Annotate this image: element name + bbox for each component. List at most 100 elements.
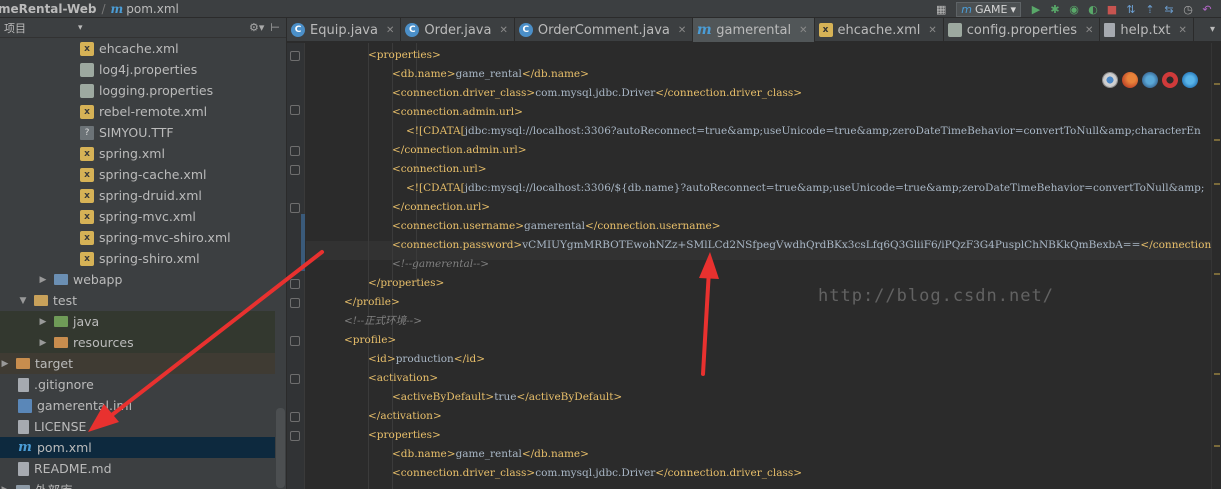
fold-marker-icon[interactable] [290, 336, 300, 346]
code-line[interactable]: <!--正式环境--> [344, 312, 422, 331]
code-line[interactable]: <![CDATA[jdbc:mysql://localhost:3306?aut… [406, 122, 1201, 141]
tree-folder-webapp[interactable]: ▶ webapp [0, 269, 275, 290]
code-line[interactable]: <db.name>game_rental</db.name> [392, 65, 589, 84]
fold-marker-icon[interactable] [290, 412, 300, 422]
code-line[interactable]: <properties> [368, 426, 441, 445]
expand-arrow-icon[interactable]: ▶ [0, 485, 10, 489]
code-line[interactable]: <connection.username>gamerental</connect… [392, 217, 721, 236]
fold-marker-icon[interactable] [290, 374, 300, 384]
gear-icon[interactable]: ⚙▾ [249, 21, 264, 34]
expand-arrow-icon[interactable]: ▶ [38, 338, 48, 348]
stop-icon[interactable]: ■ [1104, 1, 1120, 17]
tree-file[interactable]: LICENSE [0, 416, 275, 437]
hide-panel-icon[interactable]: ⊢ [270, 21, 280, 34]
tab-list-chevron-icon[interactable]: ▾ [1204, 18, 1221, 41]
close-icon[interactable]: ✕ [1179, 25, 1187, 36]
build-icon[interactable]: ▦ [933, 1, 949, 17]
code-line[interactable]: </connection.url> [392, 198, 490, 217]
tree-folder-test[interactable]: ▼ test [0, 290, 275, 311]
close-icon[interactable]: ✕ [928, 25, 936, 36]
tab-order-java[interactable]: C Order.java ✕ [401, 18, 515, 42]
coverage-icon[interactable]: ◉ [1066, 1, 1082, 17]
close-icon[interactable]: ✕ [386, 25, 394, 36]
code-line[interactable]: <profile> [344, 331, 396, 350]
fold-marker-icon[interactable] [290, 298, 300, 308]
fold-marker-icon[interactable] [290, 165, 300, 175]
code-line[interactable]: <connection.password>vCMIUYgmMRBOTEwohNZ… [392, 236, 1211, 255]
project-scrollbar[interactable] [276, 408, 285, 488]
tree-file[interactable]: x spring-druid.xml [0, 185, 275, 206]
tree-folder-resources[interactable]: ▶ resources [0, 332, 275, 353]
profile-icon[interactable]: ◐ [1085, 1, 1101, 17]
tree-file[interactable]: x spring.xml [0, 143, 275, 164]
code-line[interactable]: </properties> [368, 274, 444, 293]
code-line[interactable]: </profile> [344, 293, 400, 312]
chevron-down-icon[interactable]: ▾ [78, 23, 83, 33]
tree-file[interactable]: README.md [0, 458, 275, 479]
code-line[interactable]: <activation> [368, 369, 438, 388]
close-icon[interactable]: ✕ [1085, 25, 1093, 36]
tree-file[interactable]: x rebel-remote.xml [0, 101, 275, 122]
debug-icon[interactable]: ✱ [1047, 1, 1063, 17]
expand-arrow-icon[interactable]: ▶ [38, 317, 48, 327]
tree-file[interactable]: x spring-mvc-shiro.xml [0, 227, 275, 248]
tree-file[interactable]: x spring-shiro.xml [0, 248, 275, 269]
safari-icon[interactable] [1142, 72, 1158, 88]
run-icon[interactable]: ▶ [1028, 1, 1044, 17]
opera-icon[interactable] [1162, 72, 1178, 88]
tree-file[interactable]: .gitignore [0, 374, 275, 395]
project-view-label[interactable]: 项目 [4, 20, 26, 36]
expand-arrow-icon[interactable]: ▶ [0, 359, 10, 369]
collapse-arrow-icon[interactable]: ▼ [18, 296, 28, 306]
tree-folder-target[interactable]: ▶ target [0, 353, 275, 374]
close-icon[interactable]: ✕ [799, 25, 807, 36]
code-line[interactable]: <![CDATA[jdbc:mysql://localhost:3306/${d… [406, 179, 1204, 198]
code-line[interactable]: <connection.admin.url> [392, 103, 523, 122]
firefox-icon[interactable] [1122, 72, 1138, 88]
code-line[interactable]: <connection.driver_class>com.mysql.jdbc.… [392, 84, 802, 103]
run-config-select[interactable]: m GAME ▾ [956, 1, 1021, 17]
tab-equip-java[interactable]: C Equip.java ✕ [287, 18, 402, 42]
tree-file[interactable]: gamerental.iml [0, 395, 275, 416]
code-line[interactable]: </connection.admin.url> [392, 141, 527, 160]
code-line[interactable]: <!--gamerental--> [392, 255, 489, 274]
breadcrumb-project[interactable]: meRental-Web [0, 2, 97, 16]
tree-file-selected[interactable]: m pom.xml [0, 437, 275, 458]
breadcrumb-file[interactable]: pom.xml [126, 2, 179, 16]
code-line[interactable]: <activeByDefault>true</activeByDefault> [392, 388, 622, 407]
tab-gamerental[interactable]: m gamerental ✕ [693, 18, 815, 42]
tree-library[interactable]: ▶ 外部库 [0, 479, 275, 489]
code-line[interactable]: <connection.driver_class>com.mysql.jdbc.… [392, 464, 802, 483]
code-line[interactable]: <db.name>game_rental</db.name> [392, 445, 589, 464]
editor-scrollbar[interactable] [1211, 43, 1221, 489]
compare-icon[interactable]: ⇆ [1161, 1, 1177, 17]
close-icon[interactable]: ✕ [499, 25, 507, 36]
code-line[interactable]: <id>production</id> [368, 350, 485, 369]
code-line[interactable]: <connection.url> [392, 160, 487, 179]
fold-marker-icon[interactable] [290, 203, 300, 213]
fold-marker-icon[interactable] [290, 431, 300, 441]
code-line[interactable]: <properties> [368, 46, 441, 65]
expand-arrow-icon[interactable]: ▶ [38, 275, 48, 285]
code-editor[interactable]: <properties> <db.name>game_rental</db.nam… [306, 43, 1211, 489]
tree-folder-java[interactable]: ▶ java [0, 311, 275, 332]
tab-ordercomment-java[interactable]: C OrderComment.java ✕ [515, 18, 694, 42]
fold-marker-icon[interactable] [290, 146, 300, 156]
tab-config-properties[interactable]: config.properties ✕ [944, 18, 1101, 42]
tree-file[interactable]: x spring-cache.xml [0, 164, 275, 185]
tab-help-txt[interactable]: help.txt ✕ [1100, 18, 1194, 42]
tree-file[interactable]: logging.properties [0, 80, 275, 101]
history-icon[interactable]: ◷ [1180, 1, 1196, 17]
commit-icon[interactable]: ⇡ [1142, 1, 1158, 17]
ie-icon[interactable] [1182, 72, 1198, 88]
tree-file[interactable]: x ehcache.xml [0, 38, 275, 59]
fold-marker-icon[interactable] [290, 279, 300, 289]
chrome-icon[interactable] [1102, 72, 1118, 88]
fold-marker-icon[interactable] [290, 51, 300, 61]
revert-icon[interactable]: ↶ [1199, 1, 1215, 17]
update-icon[interactable]: ⇅ [1123, 1, 1139, 17]
tree-file[interactable]: log4j.properties [0, 59, 275, 80]
fold-marker-icon[interactable] [290, 105, 300, 115]
tree-file[interactable]: x spring-mvc.xml [0, 206, 275, 227]
code-line[interactable]: </activation> [368, 407, 442, 426]
